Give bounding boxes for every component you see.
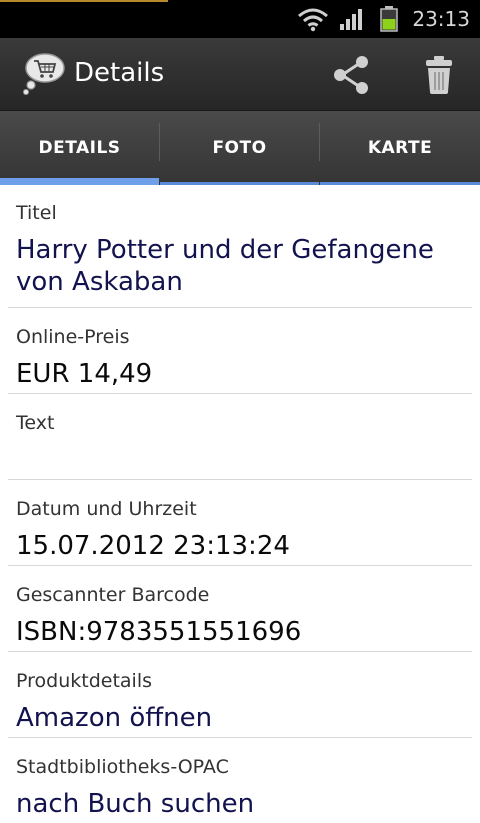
field-datetime-label: Datum und Uhrzeit — [16, 498, 197, 520]
trash-icon — [426, 56, 452, 94]
field-product-details-label: Produktdetails — [16, 670, 152, 692]
field-text-label: Text — [16, 412, 55, 434]
page-title: Details — [74, 58, 165, 88]
field-price-label: Online-Preis — [16, 326, 130, 348]
share-button[interactable] — [326, 52, 378, 98]
details-list: Titel Harry Potter und der Gefangene von… — [0, 184, 480, 823]
field-title-label: Titel — [16, 202, 57, 224]
clock: 23:13 — [412, 7, 470, 31]
tab-details-label: DETAILS — [38, 138, 121, 158]
field-title-value: Harry Potter und der Gefangene von Askab… — [16, 235, 434, 297]
signal-icon — [340, 9, 362, 30]
field-text: Text — [8, 394, 472, 480]
field-datetime-value: 15.07.2012 23:13:24 — [16, 531, 290, 561]
tab-foto[interactable]: FOTO — [160, 111, 319, 185]
battery-icon — [380, 6, 398, 32]
field-price: Online-Preis EUR 14,49 — [8, 308, 472, 394]
tab-foto-label: FOTO — [212, 138, 267, 158]
tab-details[interactable]: DETAILS — [0, 111, 159, 185]
status-bar: 23:13 — [0, 0, 480, 38]
tab-karte-label: KARTE — [367, 138, 433, 158]
field-barcode: Gescannter Barcode ISBN:9783551551696 — [8, 566, 472, 652]
field-library-opac-label: Stadtbibliotheks-OPAC — [16, 756, 229, 778]
field-title: Titel Harry Potter und der Gefangene von… — [8, 184, 472, 308]
shopping-cart-thought-bubble-icon[interactable] — [20, 52, 66, 98]
action-bar: Details — [0, 38, 480, 111]
tab-bar: DETAILS FOTO KARTE — [0, 110, 480, 185]
open-amazon-link[interactable]: Amazon öffnen — [16, 702, 212, 734]
field-datetime: Datum und Uhrzeit 15.07.2012 23:13:24 — [8, 480, 472, 566]
field-price-value: EUR 14,49 — [16, 359, 153, 389]
share-icon — [334, 56, 368, 94]
tab-karte[interactable]: KARTE — [320, 111, 480, 185]
search-book-link[interactable]: nach Buch suchen — [16, 788, 254, 820]
notification-progress-line — [0, 0, 168, 2]
field-product-details[interactable]: Produktdetails Amazon öffnen — [8, 652, 472, 738]
field-barcode-label: Gescannter Barcode — [16, 584, 210, 606]
wifi-icon — [298, 8, 328, 32]
field-barcode-value: ISBN:9783551551696 — [16, 617, 302, 647]
field-library-opac[interactable]: Stadtbibliotheks-OPAC nach Buch suchen — [8, 738, 472, 823]
delete-button[interactable] — [416, 52, 462, 98]
